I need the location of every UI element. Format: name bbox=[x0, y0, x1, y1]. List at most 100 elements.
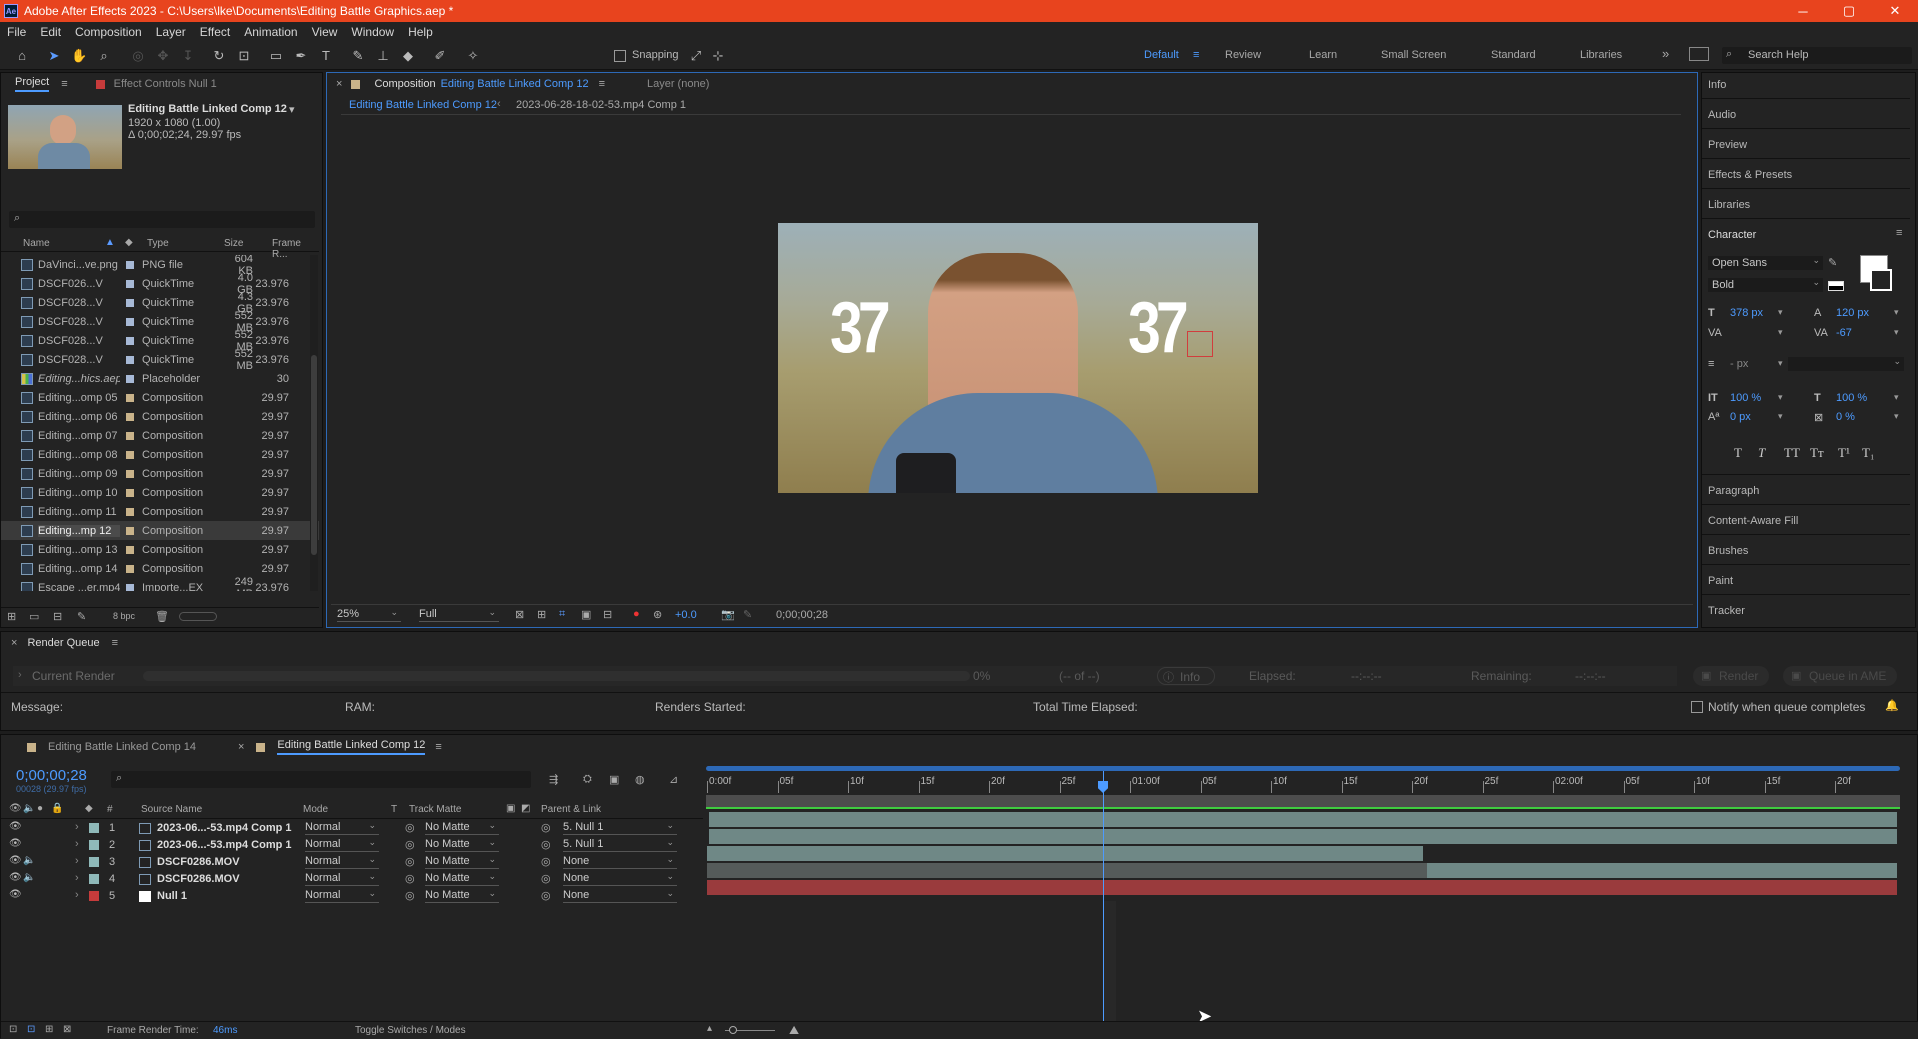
close-button[interactable]: ✕ bbox=[1872, 0, 1918, 22]
layer-source-name[interactable]: DSCF0286.MOV bbox=[157, 856, 240, 868]
label-swatch[interactable] bbox=[126, 545, 134, 554]
subscript-button[interactable]: T₁ bbox=[1862, 445, 1874, 461]
layer-label-swatch[interactable] bbox=[89, 857, 99, 867]
render-time-icon[interactable]: ⊠ bbox=[63, 1024, 71, 1035]
minimize-button[interactable]: ─ bbox=[1780, 0, 1826, 22]
tab-project[interactable]: Project bbox=[15, 76, 50, 92]
maximize-button[interactable]: ▢ bbox=[1826, 0, 1872, 22]
project-item[interactable]: Editing...omp 08 Composition 29.97 bbox=[1, 445, 319, 464]
adjust-icon[interactable]: ✎ bbox=[77, 610, 86, 623]
parent-dropdown[interactable]: 5. Null 1 ⌄ bbox=[563, 837, 677, 852]
track-matte-dropdown[interactable]: No Matte ⌄ bbox=[425, 888, 499, 903]
parent-dropdown[interactable]: None ⌄ bbox=[563, 871, 677, 886]
layer-source-name[interactable]: DSCF0286.MOV bbox=[157, 873, 240, 885]
comp-timecode[interactable]: 0;00;00;28 bbox=[776, 609, 828, 621]
stroke-type-dropdown[interactable]: ⌄ bbox=[1788, 356, 1904, 371]
puppet-tool-icon[interactable]: ✧ bbox=[465, 48, 481, 64]
toggle-switches-modes[interactable]: Toggle Switches / Modes bbox=[355, 1025, 466, 1036]
expand-arrow-icon[interactable]: › bbox=[75, 889, 79, 901]
timeline-menu-icon[interactable]: ≡ bbox=[435, 741, 441, 753]
video-visibility-icon[interactable]: 👁 bbox=[9, 803, 22, 814]
expand-arrow-icon[interactable]: › bbox=[75, 855, 79, 867]
draft-3d-icon[interactable]: ⛭ bbox=[583, 773, 592, 786]
menu-window[interactable]: Window bbox=[351, 25, 394, 39]
transfer-controls-icon[interactable]: ⊡ bbox=[27, 1024, 35, 1035]
timeline-search-input[interactable]: ⌕ bbox=[111, 771, 531, 788]
sync-settings-icon[interactable] bbox=[1689, 47, 1709, 61]
timeline-layer-row[interactable]: 👁 🔈 › 3 DSCF0286.MOV Normal ⌄ ◎ No Matte ⌄ ◎ None ⌄ bbox=[1, 854, 703, 871]
workspace-menu-icon[interactable]: ≡ bbox=[1193, 49, 1199, 61]
panel-brushes[interactable]: Brushes bbox=[1708, 545, 1748, 557]
eraser-tool-icon[interactable]: ◆ bbox=[400, 48, 416, 64]
project-item[interactable]: DSCF028...V QuickTime 552 MB 23.976 bbox=[1, 329, 319, 353]
label-swatch[interactable] bbox=[126, 298, 134, 307]
timeline-current-time[interactable]: 0;00;00;28 bbox=[16, 767, 87, 784]
zoom-in-icon[interactable]: ⛰ bbox=[789, 1023, 799, 1038]
brush-tool-icon[interactable]: ✎ bbox=[350, 48, 366, 64]
track-matte-pickwhip-icon[interactable]: ◎ bbox=[405, 855, 415, 868]
menu-layer[interactable]: Layer bbox=[156, 25, 186, 39]
layer-label-swatch[interactable] bbox=[89, 874, 99, 884]
timeline-zoom-thumb[interactable] bbox=[729, 1026, 737, 1034]
expand-arrow-icon[interactable]: › bbox=[75, 838, 79, 850]
eye-icon[interactable]: 👁 bbox=[9, 821, 22, 832]
vertical-scale-dropdown-icon[interactable]: ▾ bbox=[1778, 392, 1783, 403]
workspace-review[interactable]: Review bbox=[1225, 49, 1261, 61]
parent-dropdown[interactable]: None ⌄ bbox=[563, 888, 677, 903]
tab-effect-controls[interactable]: Effect Controls Null 1 bbox=[114, 78, 217, 90]
frame-blending-icon[interactable]: ◍ bbox=[635, 773, 645, 786]
menu-composition[interactable]: Composition bbox=[75, 25, 142, 39]
orbit-tool-icon[interactable]: ◎ bbox=[130, 48, 146, 64]
magnification-dropdown[interactable]: 25% ⌄ bbox=[337, 607, 401, 622]
menu-file[interactable]: File bbox=[7, 25, 26, 39]
all-caps-button[interactable]: TT bbox=[1784, 445, 1800, 461]
panel-audio[interactable]: Audio bbox=[1708, 109, 1736, 121]
stroke-color-swatch[interactable] bbox=[1870, 269, 1892, 291]
panel-tracker[interactable]: Tracker bbox=[1708, 605, 1745, 617]
bit-depth[interactable]: 8 bpc bbox=[113, 611, 135, 621]
new-folder-icon[interactable]: ▭ bbox=[29, 610, 39, 623]
timeline-layer-row[interactable]: 👁 🔈 › 4 DSCF0286.MOV Normal ⌄ ◎ No Matte ⌄ ◎ None ⌄ bbox=[1, 871, 703, 888]
parent-pickwhip-icon[interactable]: ◎ bbox=[541, 855, 551, 868]
label-swatch[interactable] bbox=[126, 507, 134, 516]
mask-visibility-icon[interactable]: ▣ bbox=[581, 608, 591, 621]
thumbnail-size-slider[interactable] bbox=[179, 612, 217, 621]
project-item[interactable]: DSCF026...V QuickTime 4.0 GB 23.976 bbox=[1, 272, 319, 296]
tab-layer[interactable]: Layer (none) bbox=[647, 78, 709, 90]
project-item[interactable]: Editing...omp 09 Composition 29.97 bbox=[1, 464, 319, 483]
layer-duration-bar[interactable] bbox=[709, 812, 1897, 827]
audio-speaker-icon[interactable]: 🔈 bbox=[23, 872, 35, 883]
queue-in-ame-button[interactable]: ▣ Queue in AME bbox=[1783, 666, 1897, 686]
kerning-dropdown-icon[interactable]: ▾ bbox=[1778, 327, 1783, 338]
dolly-tool-icon[interactable]: ↧ bbox=[180, 48, 196, 64]
leading-value[interactable]: 120 px bbox=[1836, 307, 1869, 319]
tab-timeline-comp-12[interactable]: Editing Battle Linked Comp 12 bbox=[277, 739, 426, 755]
workspace-standard[interactable]: Standard bbox=[1491, 49, 1536, 61]
font-size-dropdown-icon[interactable]: ▾ bbox=[1778, 307, 1783, 318]
workspace-overflow-icon[interactable]: » bbox=[1662, 46, 1669, 61]
render-info-button[interactable]: ⓘ Info bbox=[1157, 667, 1215, 685]
resolution-dropdown[interactable]: Full ⌄ bbox=[419, 607, 499, 622]
menu-animation[interactable]: Animation bbox=[244, 25, 297, 39]
notify-checkbox[interactable] bbox=[1691, 701, 1703, 713]
layer-duration-bar[interactable] bbox=[707, 880, 1897, 895]
panel-libraries[interactable]: Libraries bbox=[1708, 199, 1750, 211]
color-management-icon[interactable]: ⊛ bbox=[653, 608, 662, 621]
stroke-width-dropdown-icon[interactable]: ▾ bbox=[1778, 358, 1783, 369]
vertical-scale-value[interactable]: 100 % bbox=[1730, 392, 1761, 404]
timeline-layer-row[interactable]: 👁 › 5 Null 1 Normal ⌄ ◎ No Matte ⌄ ◎ None ⌄ bbox=[1, 888, 703, 905]
snap-edges-icon[interactable]: ⤢ bbox=[688, 48, 704, 64]
label-swatch[interactable] bbox=[126, 583, 134, 591]
snapping-checkbox[interactable] bbox=[614, 50, 626, 62]
close-tab-icon[interactable]: × bbox=[11, 637, 17, 649]
label-swatch[interactable] bbox=[126, 374, 134, 383]
rectangle-tool-icon[interactable]: ▭ bbox=[268, 48, 284, 64]
new-composition-icon[interactable]: ⊟ bbox=[53, 610, 62, 623]
tracking-value[interactable]: -67 bbox=[1836, 327, 1852, 339]
render-button[interactable]: ▣ Render bbox=[1693, 666, 1769, 686]
project-search-input[interactable]: ⌕ bbox=[9, 211, 315, 228]
layer-source-name[interactable]: 2023-06...-53.mp4 Comp 1 bbox=[157, 822, 292, 834]
workspace-default[interactable]: Default bbox=[1144, 49, 1179, 61]
fast-previews-icon[interactable]: ⊠ bbox=[515, 608, 524, 621]
tab-render-queue[interactable]: Render Queue bbox=[27, 637, 99, 649]
